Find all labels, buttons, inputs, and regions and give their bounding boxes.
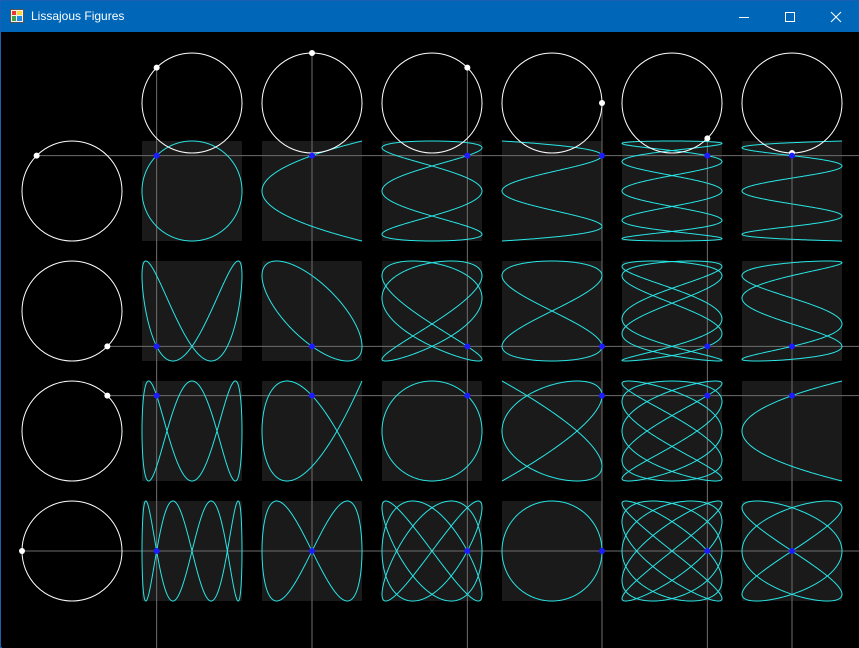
trace-marker-r1-c4 <box>599 152 605 159</box>
column-phase-dot-2 <box>309 50 315 56</box>
trace-marker-r4-c6 <box>789 548 795 554</box>
maximize-icon <box>785 12 795 22</box>
trace-marker-r3-c6 <box>789 392 795 399</box>
app-window: Lissajous Figures <box>0 0 859 648</box>
trace-marker-r4-c2 <box>309 548 315 554</box>
maximize-button[interactable] <box>767 1 813 32</box>
lissajous-canvas <box>19 50 859 648</box>
window-title: Lissajous Figures <box>31 9 125 23</box>
app-icon <box>10 9 24 23</box>
trace-marker-r1-c2 <box>309 152 315 159</box>
trace-marker-r2-c1 <box>153 343 160 350</box>
minimize-button[interactable] <box>721 1 767 32</box>
row-phase-dot-4 <box>19 548 25 554</box>
drawing-canvas <box>2 32 859 648</box>
close-icon <box>830 11 842 23</box>
trace-marker-r3-c1 <box>153 392 160 399</box>
trace-marker-r3-c3 <box>464 392 471 399</box>
trace-marker-r2-c4 <box>599 343 605 350</box>
column-phase-dot-4 <box>599 100 605 106</box>
row-phase-dot-1 <box>33 152 40 159</box>
trace-marker-r4-c1 <box>153 548 160 554</box>
title-bar[interactable]: Lissajous Figures <box>1 1 858 32</box>
column-phase-dot-3 <box>464 64 471 71</box>
column-phase-dot-5 <box>704 135 711 142</box>
trace-marker-r1-c6 <box>789 152 795 159</box>
trace-marker-r2-c2 <box>309 343 315 350</box>
column-reference-circle-6 <box>741 52 843 154</box>
trace-marker-r2-c6 <box>789 343 795 350</box>
trace-marker-r4-c5 <box>704 548 711 554</box>
trace-marker-r3-c2 <box>309 392 315 399</box>
trace-marker-r2-c3 <box>464 343 471 350</box>
trace-marker-r3-c5 <box>704 392 711 399</box>
row-phase-dot-2 <box>104 343 111 350</box>
trace-marker-r4-c4 <box>599 548 605 554</box>
trace-marker-r1-c5 <box>704 152 711 159</box>
row-phase-dot-3 <box>104 392 111 399</box>
trace-marker-r2-c5 <box>704 343 711 350</box>
trace-marker-r3-c4 <box>599 392 605 399</box>
close-button[interactable] <box>813 1 859 32</box>
column-reference-circle-4 <box>501 52 603 154</box>
trace-marker-r1-c1 <box>153 152 160 159</box>
minimize-icon <box>739 17 749 18</box>
trace-marker-r4-c3 <box>464 548 471 554</box>
trace-marker-r1-c3 <box>464 152 471 159</box>
column-phase-dot-1 <box>153 64 160 71</box>
